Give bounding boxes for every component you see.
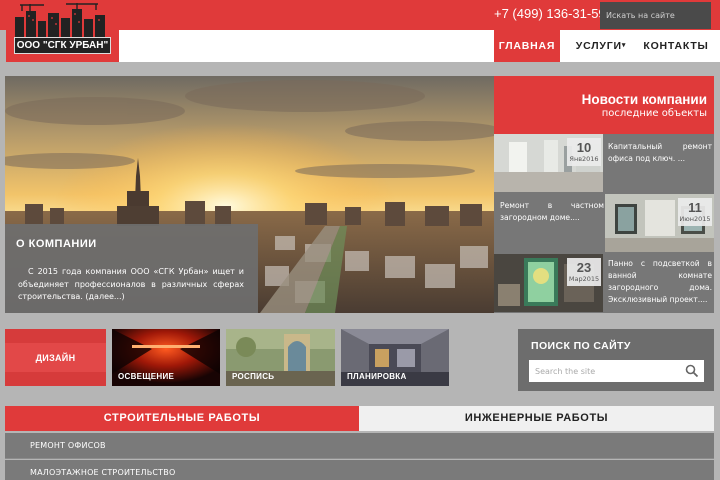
about-panel: О КОМПАНИИ С 2015 года компания ООО «СГК…	[5, 224, 258, 313]
news-item-text[interactable]: Панно с подсветкой в ванной комнате заго…	[608, 258, 712, 306]
about-title: О КОМПАНИИ	[16, 238, 97, 250]
list-item[interactable]: РЕМОНТ ОФИСОВ	[5, 433, 714, 459]
category-lighting[interactable]: ОСВЕЩЕНИЕ	[112, 329, 220, 386]
about-text[interactable]: С 2015 года компания ООО «СГК Урбан» ище…	[18, 266, 244, 304]
news-item-text[interactable]: Ремонт в частном загородном доме....	[500, 200, 604, 224]
nav-contacts[interactable]: КОНТАКТЫ	[636, 30, 716, 62]
news-date-month: Янв2016	[569, 155, 599, 163]
category-design[interactable]: ДИЗАЙН	[5, 329, 106, 386]
category-label: ДИЗАЙН	[35, 353, 76, 363]
list-item[interactable]: МАЛОЭТАЖНОЕ СТРОИТЕЛЬСТВО	[5, 460, 714, 480]
news-date-badge: 11 Июн2015	[678, 198, 712, 226]
news-date-badge: 23 Мар2015	[567, 258, 601, 286]
phone-number[interactable]: +7 (499) 136-31-59	[494, 6, 606, 21]
list-item-label: МАЛОЭТАЖНОЕ СТРОИТЕЛЬСТВО	[30, 468, 176, 477]
nav-home[interactable]: ГЛАВНАЯ	[494, 30, 560, 62]
category-label: ПЛАНИРОВКА	[347, 372, 407, 381]
tab-engineering-works[interactable]: ИНЖЕНЕРНЫЕ РАБОТЫ	[359, 406, 714, 431]
site-search-input[interactable]	[529, 360, 679, 382]
site-search-panel: ПОИСК ПО САЙТУ	[518, 329, 714, 391]
logo[interactable]: ООО "СГК УРБАН"	[6, 0, 119, 62]
news-date-day: 10	[576, 140, 592, 155]
news-list: 10 Янв2016 Капитальный ремонт офиса под …	[494, 134, 714, 313]
news-date-month: Мар2015	[568, 275, 600, 283]
site-search-title: ПОИСК ПО САЙТУ	[531, 340, 631, 352]
header-search[interactable]	[600, 2, 711, 29]
news-header: Новости компании последние объекты	[494, 76, 714, 134]
news-item-text[interactable]: Капитальный ремонт офиса под ключ. ...	[608, 141, 712, 165]
site-search-box[interactable]	[529, 360, 704, 382]
tab-construction-works[interactable]: СТРОИТЕЛЬНЫЕ РАБОТЫ	[5, 406, 359, 431]
list-item-label: РЕМОНТ ОФИСОВ	[30, 441, 106, 450]
news-date-day: 11	[688, 200, 702, 215]
news-subtitle: последние объекты	[601, 108, 707, 119]
nav-services-label: УСЛУГИ	[575, 40, 622, 52]
logo-text: ООО "СГК УРБАН"	[14, 37, 111, 54]
news-date-badge: 10 Янв2016	[567, 138, 601, 166]
search-icon[interactable]	[685, 364, 699, 378]
category-label: ОСВЕЩЕНИЕ	[118, 372, 175, 381]
category-painting[interactable]: РОСПИСЬ	[226, 329, 335, 386]
nav-services[interactable]: УСЛУГИ▾	[570, 30, 632, 62]
news-date-day: 23	[576, 260, 592, 275]
news-title: Новости компании	[581, 92, 707, 107]
header-search-input[interactable]	[600, 2, 711, 29]
news-date-month: Июн2015	[679, 215, 711, 223]
category-planning[interactable]: ПЛАНИРОВКА	[341, 329, 449, 386]
caret-down-icon: ▾	[621, 42, 627, 49]
category-label: РОСПИСЬ	[232, 372, 275, 381]
